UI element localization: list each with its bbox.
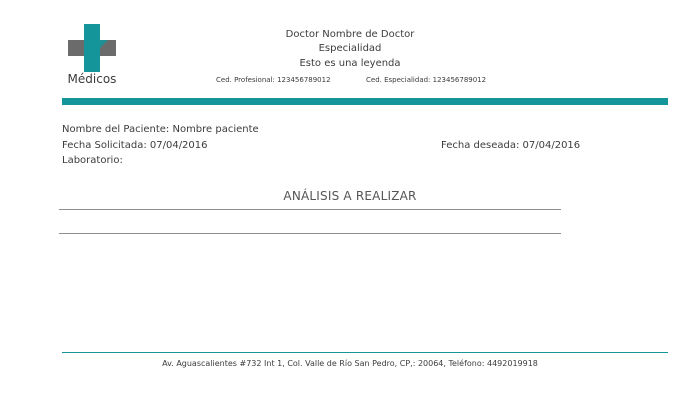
footer-divider: [62, 352, 668, 353]
analysis-line-2: [59, 233, 561, 234]
medicos-logo: Médicos: [62, 22, 122, 90]
medical-cross-icon: [68, 24, 116, 72]
patient-name: Nombre del Paciente: Nombre paciente: [62, 124, 259, 135]
header-band: [62, 98, 668, 105]
doctor-specialty: Especialidad: [318, 43, 382, 54]
desired-date: Fecha deseada: 07/04/2016: [441, 140, 581, 151]
laboratory-label: Laboratorio:: [62, 155, 123, 166]
footer-address: Av. Aguascalientes #732 Int 1, Col. Vall…: [162, 359, 538, 368]
requested-date: Fecha Solicitada: 07/04/2016: [62, 140, 208, 151]
doctor-legend: Esto es una leyenda: [299, 58, 401, 69]
analysis-line-1: [59, 209, 561, 210]
doctor-name: Doctor Nombre de Doctor: [285, 29, 415, 40]
ced-especialidad: Ced. Especialidad: 123456789012: [366, 76, 487, 84]
ced-profesional: Ced. Profesional: 123456789012: [216, 76, 331, 84]
logo-wordmark: Médicos: [67, 72, 117, 86]
analysis-section-title: ANÁLISIS A REALIZAR: [283, 189, 417, 203]
